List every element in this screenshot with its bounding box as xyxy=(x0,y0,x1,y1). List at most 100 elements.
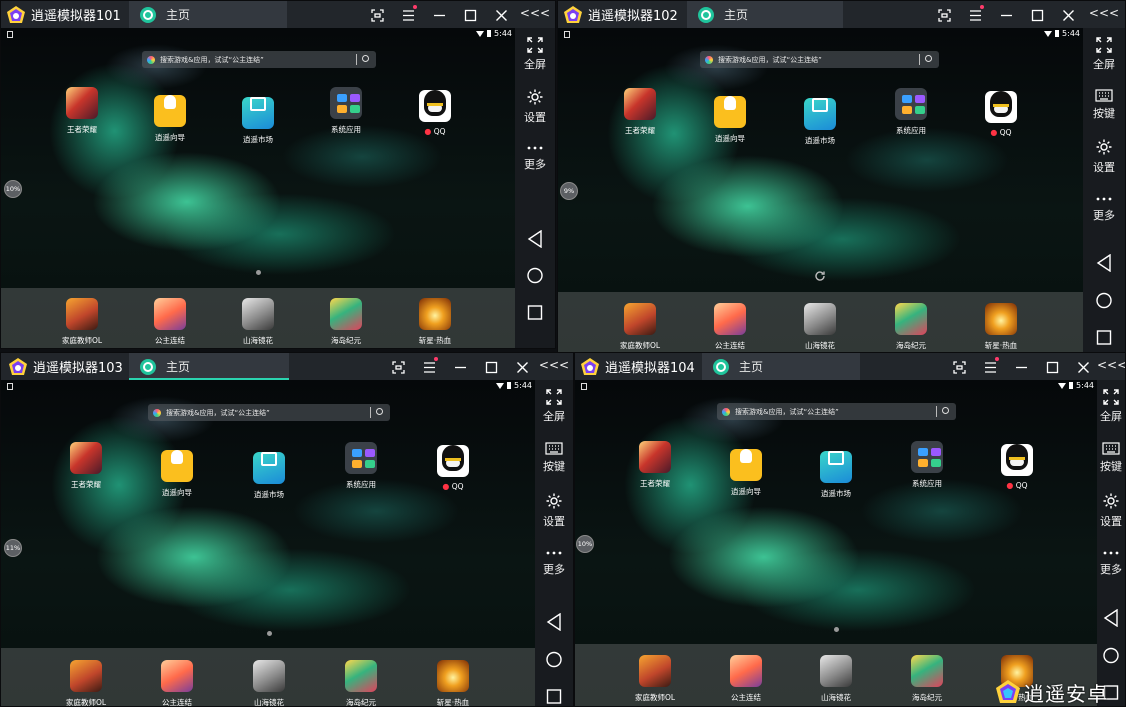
recent-apps-icon[interactable] xyxy=(1096,330,1112,345)
maximize-button[interactable] xyxy=(1042,357,1062,377)
screenshot-icon[interactable] xyxy=(949,357,969,377)
home-tab[interactable]: 主页 xyxy=(129,353,289,380)
floating-ball[interactable]: 9% xyxy=(560,182,578,200)
screenshot-icon[interactable] xyxy=(367,5,387,25)
refresh-icon[interactable] xyxy=(814,270,826,282)
home-tab[interactable]: 主页 xyxy=(687,1,843,28)
sidebar-fullscreen[interactable]: 全屏 xyxy=(1097,389,1125,424)
app-qq[interactable]: ● QQ xyxy=(423,442,483,491)
app-guide[interactable]: 逍遥向导 xyxy=(140,87,200,143)
app-qq[interactable]: ● QQ xyxy=(971,88,1031,137)
dock-app-home-tutor[interactable]: 家庭教师OL xyxy=(52,298,112,346)
search-bar[interactable]: 搜索游戏&应用，试试“公主连结” xyxy=(148,404,390,421)
menu-icon[interactable] xyxy=(419,357,439,377)
close-button[interactable] xyxy=(491,5,511,25)
app-honor-of-kings[interactable]: 王者荣耀 xyxy=(610,88,670,136)
app-guide[interactable]: 逍遥向导 xyxy=(147,442,207,498)
sidebar-keymap[interactable]: 按键 xyxy=(1083,89,1125,121)
dock-app-home-tutor[interactable]: 家庭教师OL xyxy=(625,655,685,703)
floating-ball[interactable]: 10% xyxy=(576,535,594,553)
app-guide[interactable]: 逍遥向导 xyxy=(716,441,776,497)
dock-app-home-tutor[interactable]: 家庭教师OL xyxy=(56,660,116,706)
back-icon[interactable] xyxy=(527,230,543,248)
sidebar-more[interactable]: 更多 xyxy=(1097,548,1125,577)
app-title-tab[interactable]: 逍遥模拟器101 xyxy=(1,1,121,28)
search-bar[interactable]: 搜索游戏&应用，试试“公主连结” xyxy=(700,51,939,68)
search-icon[interactable] xyxy=(942,407,949,414)
app-honor-of-kings[interactable]: 王者荣耀 xyxy=(56,442,116,490)
app-market[interactable]: 逍遥市场 xyxy=(239,442,299,500)
sidebar-more[interactable]: 更多 xyxy=(535,548,573,577)
close-button[interactable] xyxy=(512,357,532,377)
sidebar-collapse-button[interactable]: <<< xyxy=(535,358,573,372)
app-system-folder[interactable]: 系统应用 xyxy=(897,441,957,489)
android-screen[interactable]: 5:44 搜索游戏&应用，试试“公主连结” 王者荣耀 逍遥向导 逍遥市场 系统应… xyxy=(1,28,517,348)
home-circle-icon[interactable] xyxy=(527,267,544,284)
menu-icon[interactable] xyxy=(965,5,985,25)
search-icon[interactable] xyxy=(362,55,369,62)
dock-app-home-tutor[interactable]: 家庭教师OL xyxy=(610,303,670,351)
app-title-tab[interactable]: 逍遥模拟器103 xyxy=(1,353,123,380)
app-market[interactable]: 逍遥市场 xyxy=(790,88,850,146)
dock-app-princess-connect[interactable]: 公主连结 xyxy=(147,660,207,706)
screenshot-icon[interactable] xyxy=(934,5,954,25)
sidebar-settings[interactable]: 设置 xyxy=(1083,138,1125,175)
app-qq[interactable]: ● QQ xyxy=(405,87,465,136)
minimize-button[interactable] xyxy=(1011,357,1031,377)
menu-icon[interactable] xyxy=(398,5,418,25)
dock-app-island-era[interactable]: 海岛纪元 xyxy=(881,303,941,351)
recent-apps-icon[interactable] xyxy=(527,305,543,320)
home-tab[interactable]: 主页 xyxy=(129,1,287,28)
dock-app-shanhai[interactable]: 山海镜花 xyxy=(239,660,299,706)
home-circle-icon[interactable] xyxy=(1096,292,1113,309)
app-title-tab[interactable]: 逍遥模拟器104 xyxy=(575,353,695,380)
sidebar-settings[interactable]: 设置 xyxy=(515,88,555,125)
dock-app-princess-connect[interactable]: 公主连结 xyxy=(716,655,776,703)
maximize-button[interactable] xyxy=(1027,5,1047,25)
dock-app-island-era[interactable]: 海岛纪元 xyxy=(316,298,376,346)
dock-app-princess-connect[interactable]: 公主连结 xyxy=(700,303,760,351)
sidebar-fullscreen[interactable]: 全屏 xyxy=(535,389,573,424)
sidebar-more[interactable]: 更多 xyxy=(1083,194,1125,223)
app-system-folder[interactable]: 系统应用 xyxy=(331,442,391,490)
sidebar-collapse-button[interactable]: <<< xyxy=(1083,6,1125,20)
android-screen[interactable]: 5:44 搜索游戏&应用，试试“公主连结” 王者荣耀 逍遥向导 逍遥市场 系统应… xyxy=(1,380,537,706)
app-honor-of-kings[interactable]: 王者荣耀 xyxy=(625,441,685,489)
recent-apps-icon[interactable] xyxy=(546,689,562,704)
floating-ball[interactable]: 11% xyxy=(4,539,22,557)
minimize-button[interactable] xyxy=(429,5,449,25)
close-button[interactable] xyxy=(1058,5,1078,25)
minimize-button[interactable] xyxy=(450,357,470,377)
home-circle-icon[interactable] xyxy=(546,651,563,668)
sidebar-collapse-button[interactable]: <<< xyxy=(515,6,555,20)
title-bar[interactable]: 逍遥模拟器103 主页 <<< xyxy=(1,353,573,380)
app-system-folder[interactable]: 系统应用 xyxy=(881,88,941,136)
app-title-tab[interactable]: 逍遥模拟器102 xyxy=(558,1,678,28)
maximize-button[interactable] xyxy=(481,357,501,377)
screenshot-icon[interactable] xyxy=(388,357,408,377)
app-honor-of-kings[interactable]: 王者荣耀 xyxy=(52,87,112,135)
title-bar[interactable]: 逍遥模拟器104 主页 <<< xyxy=(575,353,1125,380)
back-icon[interactable] xyxy=(1103,609,1119,627)
title-bar[interactable]: 逍遥模拟器101 主页 <<< xyxy=(1,1,555,28)
sidebar-settings[interactable]: 设置 xyxy=(1097,492,1125,529)
search-bar[interactable]: 搜索游戏&应用，试试“公主连结” xyxy=(142,51,376,68)
floating-ball[interactable]: 10% xyxy=(4,180,22,198)
back-icon[interactable] xyxy=(546,613,562,631)
title-bar[interactable]: 逍遥模拟器102 主页 <<< xyxy=(558,1,1125,28)
search-icon[interactable] xyxy=(925,55,932,62)
android-screen[interactable]: 5:44 搜索游戏&应用，试试“公主连结” 王者荣耀 逍遥向导 逍遥市场 系统应… xyxy=(558,28,1085,356)
home-tab[interactable]: 主页 xyxy=(702,353,860,380)
sidebar-collapse-button[interactable]: <<< xyxy=(1097,358,1125,372)
app-system-folder[interactable]: 系统应用 xyxy=(316,87,376,135)
search-icon[interactable] xyxy=(376,408,383,415)
home-circle-icon[interactable] xyxy=(1103,647,1120,664)
android-screen[interactable]: 5:44 搜索游戏&应用，试试“公主连结” 王者荣耀 逍遥向导 逍遥市场 系统应… xyxy=(575,380,1099,706)
sidebar-keymap[interactable]: 按键 xyxy=(535,442,573,474)
dock-app-shanhai[interactable]: 山海镜花 xyxy=(806,655,866,703)
sidebar-fullscreen[interactable]: 全屏 xyxy=(1083,37,1125,72)
dock-app-shanhai[interactable]: 山海镜花 xyxy=(790,303,850,351)
maximize-button[interactable] xyxy=(460,5,480,25)
back-icon[interactable] xyxy=(1096,254,1112,272)
menu-icon[interactable] xyxy=(980,357,1000,377)
